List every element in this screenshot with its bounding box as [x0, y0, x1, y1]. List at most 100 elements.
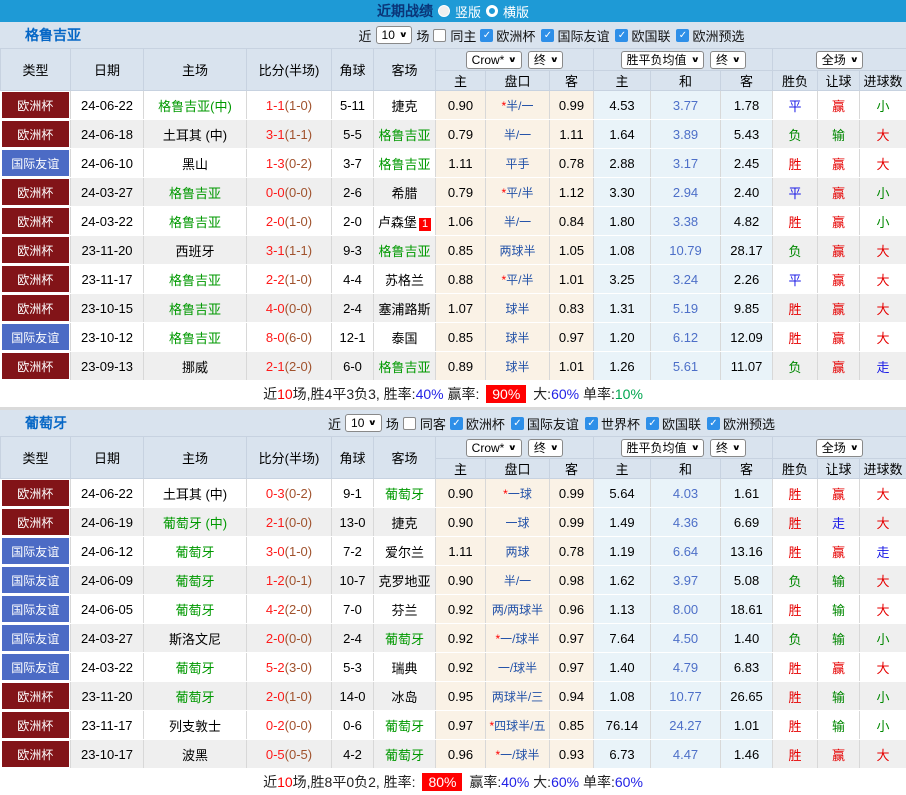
mean-home-odds: 1.31: [594, 294, 651, 323]
col-odds-home: 主: [436, 459, 486, 479]
col-handicap-result: 让球: [818, 459, 860, 479]
mean-type-select[interactable]: 胜平负均值∨: [621, 51, 705, 69]
layout-horizontal-radio[interactable]: [486, 5, 498, 17]
mean-draw-odds: 3.97: [651, 566, 721, 595]
mean-draw-odds: 4.03: [651, 479, 721, 508]
competition-badge: 欧洲杯: [2, 295, 70, 321]
score-cell: 2-0(1-0): [247, 207, 332, 236]
match-row: 国际友谊24-06-12葡萄牙3-0(1-0)7-2爱尔兰1.11两球0.781…: [1, 537, 906, 566]
corner-score: 7-0: [332, 595, 374, 624]
home-odds: 0.90: [436, 91, 486, 120]
match-date: 23-11-17: [71, 711, 144, 740]
layout-vertical-label[interactable]: 竖版: [455, 2, 481, 21]
same-venue-checkbox[interactable]: [433, 29, 446, 42]
chevron-down-icon: ∨: [508, 441, 517, 455]
competition-badge: 欧洲杯: [2, 480, 70, 506]
away-team: 希腊: [374, 178, 436, 207]
summary-segment: 大:: [529, 772, 551, 792]
corner-score: 14-0: [332, 682, 374, 711]
competition-label[interactable]: 国际友谊: [557, 26, 609, 45]
competition-filters: ✓欧洲杯✓国际友谊✓欧国联✓欧洲预选: [480, 26, 747, 45]
competition-checkbox[interactable]: ✓: [615, 29, 628, 42]
match-date: 23-10-17: [71, 740, 144, 769]
goals-result-cell: 大: [860, 595, 906, 624]
score-cell: 3-1(1-1): [247, 120, 332, 149]
mean-final-value: 终: [716, 441, 728, 455]
competition-label[interactable]: 欧洲预选: [723, 414, 775, 433]
odds-final-select[interactable]: 终∨: [528, 439, 564, 457]
col-away: 客场: [374, 437, 436, 479]
home-team: 葡萄牙: [144, 537, 247, 566]
match-type: 欧洲杯: [1, 265, 71, 294]
mean-away-odds: 6.83: [721, 653, 773, 682]
result-cell: 平: [773, 265, 818, 294]
competition-badge: 欧洲杯: [2, 683, 70, 709]
handicap-result-cell: 赢: [818, 207, 860, 236]
layout-vertical-radio[interactable]: [438, 5, 450, 17]
competition-label[interactable]: 欧洲杯: [496, 26, 535, 45]
match-row: 国际友谊24-03-27斯洛文尼2-0(0-0)2-4葡萄牙0.92*一/球半0…: [1, 624, 906, 653]
away-odds: 1.12: [550, 178, 594, 207]
competition-checkbox[interactable]: ✓: [646, 417, 659, 430]
competition-label[interactable]: 欧国联: [662, 414, 701, 433]
handicap-result-cell: 赢: [818, 178, 860, 207]
handicap-line: 半/一: [486, 566, 550, 595]
result-cell: 胜: [773, 653, 818, 682]
competition-badge: 欧洲杯: [2, 121, 70, 147]
team-name-link[interactable]: 格鲁吉亚: [0, 25, 200, 45]
team-name-link[interactable]: 葡萄牙: [0, 413, 200, 433]
result-cell: 胜: [773, 537, 818, 566]
score-cell: 5-2(3-0): [247, 653, 332, 682]
home-odds: 1.11: [436, 149, 486, 178]
competition-checkbox[interactable]: ✓: [676, 29, 689, 42]
competition-checkbox[interactable]: ✓: [450, 417, 463, 430]
summary-segment: 单率:: [579, 384, 615, 404]
layout-horizontal-label[interactable]: 横版: [503, 2, 529, 21]
competition-checkbox[interactable]: ✓: [480, 29, 493, 42]
result-cell: 负: [773, 236, 818, 265]
scope-select[interactable]: 全场∨: [816, 51, 864, 69]
handicap-line: *平/半: [486, 178, 550, 207]
away-team: 冰岛: [374, 682, 436, 711]
competition-checkbox[interactable]: ✓: [511, 417, 524, 430]
match-date: 24-06-09: [71, 566, 144, 595]
score-cell: 4-0(0-0): [247, 294, 332, 323]
away-odds: 0.78: [550, 537, 594, 566]
competition-label[interactable]: 欧洲预选: [692, 26, 744, 45]
near-label: 近: [359, 26, 372, 45]
odds-final-select[interactable]: 终∨: [528, 51, 564, 69]
competition-label[interactable]: 欧国联: [631, 26, 670, 45]
mean-home-odds: 7.64: [594, 624, 651, 653]
mean-type-select[interactable]: 胜平负均值∨: [621, 439, 705, 457]
match-count-select[interactable]: 10∨: [345, 414, 382, 432]
competition-badge: 欧洲杯: [2, 712, 70, 738]
match-row: 国际友谊24-06-05葡萄牙4-2(2-0)7-0芬兰0.92两/两球半0.9…: [1, 595, 906, 624]
scope-select[interactable]: 全场∨: [816, 439, 864, 457]
match-count-select[interactable]: 10∨: [376, 26, 413, 44]
odds-company-select[interactable]: Crow*∨: [466, 51, 522, 69]
mean-final-select[interactable]: 终∨: [710, 439, 746, 457]
away-team: 格鲁吉亚: [374, 236, 436, 265]
competition-label[interactable]: 世界杯: [601, 414, 640, 433]
competition-label[interactable]: 欧洲杯: [466, 414, 505, 433]
away-odds: 0.78: [550, 149, 594, 178]
competition-badge: 国际友谊: [2, 625, 70, 651]
competition-label[interactable]: 国际友谊: [527, 414, 579, 433]
competition-checkbox[interactable]: ✓: [707, 417, 720, 430]
mean-final-select[interactable]: 终∨: [710, 51, 746, 69]
odds-company-select[interactable]: Crow*∨: [466, 439, 522, 457]
score-cell: 1-2(0-1): [247, 566, 332, 595]
mean-draw-odds: 4.36: [651, 508, 721, 537]
competition-checkbox[interactable]: ✓: [541, 29, 554, 42]
away-team: 格鲁吉亚: [374, 149, 436, 178]
away-odds: 0.94: [550, 682, 594, 711]
competition-checkbox[interactable]: ✓: [585, 417, 598, 430]
same-venue-label[interactable]: 同客: [420, 414, 446, 433]
filters: 近 10∨ 场 同客 ✓欧洲杯✓国际友谊✓世界杯✓欧国联✓欧洲预选: [200, 414, 906, 433]
same-venue-checkbox[interactable]: [403, 417, 416, 430]
mean-home-odds: 3.30: [594, 178, 651, 207]
handicap-result-cell: 输: [818, 711, 860, 740]
match-row: 国际友谊24-06-10黑山1-3(0-2)3-7格鲁吉亚1.11平手0.782…: [1, 149, 906, 178]
mean-away-odds: 13.16: [721, 537, 773, 566]
same-venue-label[interactable]: 同主: [450, 26, 476, 45]
